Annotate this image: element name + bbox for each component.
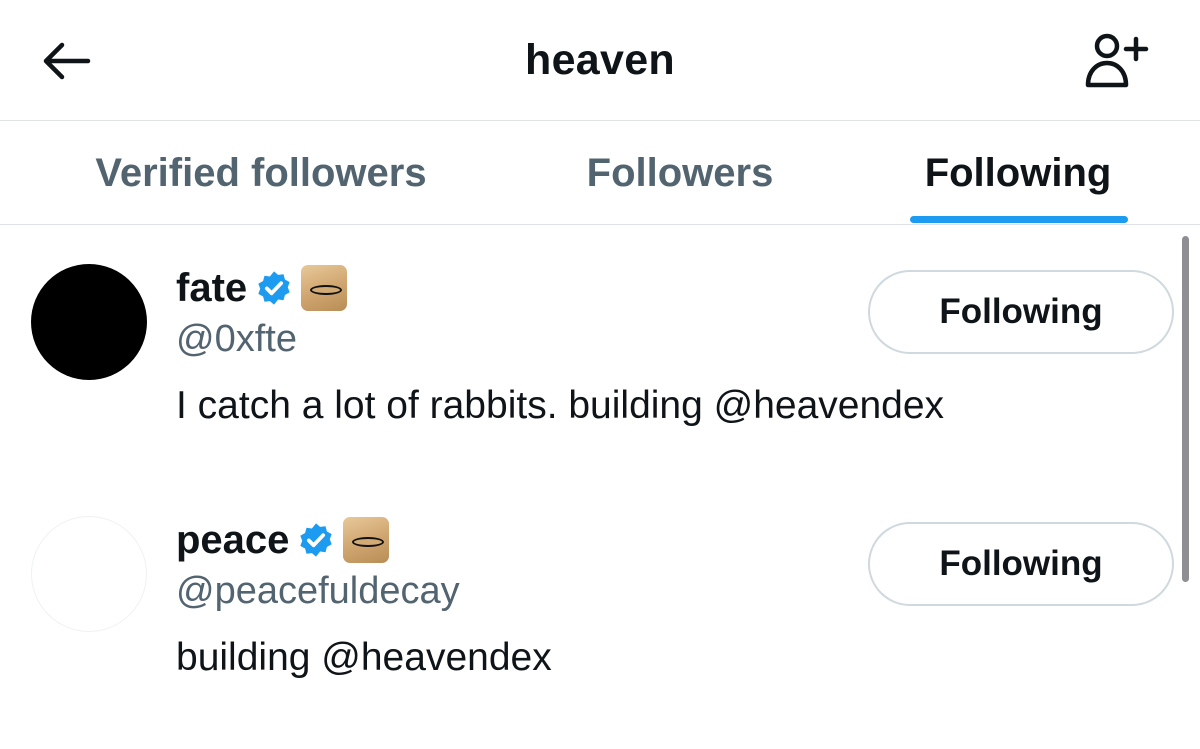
display-name[interactable]: peace bbox=[176, 518, 289, 563]
top-bar: heaven bbox=[0, 0, 1200, 121]
scrollbar[interactable] bbox=[1182, 236, 1189, 582]
avatar[interactable] bbox=[31, 264, 147, 380]
verified-badge-icon bbox=[300, 523, 333, 557]
tab-following[interactable]: Following bbox=[880, 121, 1156, 225]
following-button[interactable]: Following bbox=[868, 522, 1174, 606]
display-name[interactable]: fate bbox=[176, 266, 247, 311]
list-item-peace[interactable]: peace @peacefuldecay building @heavendex… bbox=[0, 478, 1180, 730]
tab-bar: Verified followers Followers Following bbox=[0, 121, 1200, 225]
following-button[interactable]: Following bbox=[868, 270, 1174, 354]
user-bio: I catch a lot of rabbits. building @heav… bbox=[176, 384, 945, 427]
verified-badge-icon bbox=[258, 271, 290, 305]
user-bio: building @heavendex bbox=[176, 636, 552, 679]
affiliate-badge-icon bbox=[343, 517, 390, 563]
affiliate-badge-icon bbox=[301, 265, 348, 311]
name-line: peace bbox=[176, 516, 390, 564]
avatar[interactable] bbox=[31, 516, 147, 632]
name-line: fate bbox=[176, 264, 348, 312]
username-handle: @0xfte bbox=[176, 318, 297, 360]
following-list: fate @0xfte I catch a lot of rabbits. bu… bbox=[0, 226, 1200, 749]
add-person-button[interactable] bbox=[1080, 30, 1152, 92]
page-title: heaven bbox=[525, 36, 675, 84]
add-person-icon bbox=[1085, 33, 1149, 88]
list-item-fate[interactable]: fate @0xfte I catch a lot of rabbits. bu… bbox=[0, 226, 1180, 478]
active-tab-indicator bbox=[910, 216, 1128, 223]
tab-followers[interactable]: Followers bbox=[540, 121, 820, 225]
tab-verified-followers[interactable]: Verified followers bbox=[40, 121, 482, 225]
username-handle: @peacefuldecay bbox=[176, 570, 460, 612]
